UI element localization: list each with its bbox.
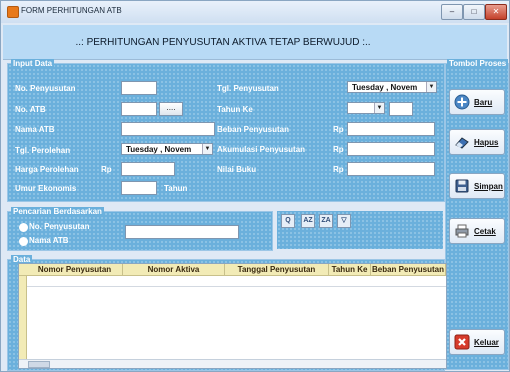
simpan-button[interactable]: Simpan (449, 173, 505, 199)
tgl-penyusutan-value: Tuesday , Novem (352, 83, 418, 92)
column-header[interactable]: Beban Penyusutan (371, 264, 446, 275)
nilai-buku-input[interactable] (347, 162, 435, 176)
add-icon (454, 94, 470, 110)
hapus-label: Hapus (474, 138, 499, 147)
tahun-ke-label: Tahun Ke (217, 105, 253, 114)
no-penyusutan-input[interactable] (121, 81, 157, 95)
tgl-perolehan-value: Tuesday , Novem (126, 145, 192, 154)
hapus-button[interactable]: Hapus (449, 129, 505, 155)
nilai-buku-label: Nilai Buku (217, 165, 257, 174)
tgl-penyusutan-picker[interactable]: Tuesday , Novem ▼ (347, 81, 437, 93)
window-title: FORM PERHITUNGAN ATB (21, 6, 122, 15)
harga-perolehan-input[interactable] (121, 162, 175, 176)
sort-asc-icon[interactable]: AZ (301, 214, 315, 228)
app-icon (7, 6, 19, 18)
column-header[interactable]: Tahun Ke (329, 264, 371, 275)
filter-icon[interactable]: ▽ (337, 214, 351, 228)
chevron-down-icon[interactable]: ▼ (426, 82, 436, 92)
save-disk-icon (455, 179, 469, 193)
chevron-down-icon[interactable]: ▼ (374, 103, 384, 113)
chevron-down-icon[interactable]: ▼ (202, 144, 212, 154)
table-row[interactable] (27, 276, 446, 287)
process-buttons-title: Tombol Proses (447, 59, 509, 68)
keluar-label: Keluar (474, 338, 499, 347)
search-icon[interactable]: Q (281, 214, 295, 228)
cetak-label: Cetak (474, 227, 496, 236)
umur-ekonomis-label: Umur Ekonomis (15, 184, 77, 193)
input-data-title: Input Data (11, 59, 55, 68)
printer-icon (455, 224, 469, 238)
no-atb-label: No. ATB (15, 105, 46, 114)
main-window: FORM PERHITUNGAN ATB – □ ✕ ..: PERHITUNG… (0, 0, 510, 372)
search-input[interactable] (125, 225, 239, 239)
close-icon (454, 334, 470, 350)
radio-nama-atb[interactable] (19, 237, 28, 246)
tahun-ke-extra-input[interactable] (389, 102, 413, 116)
baru-button[interactable]: Baru (449, 89, 505, 115)
akumulasi-penyusutan-currency: Rp (333, 145, 344, 154)
tahun-ke-select[interactable]: ▼ (347, 102, 385, 114)
scrollbar-thumb[interactable] (28, 361, 50, 368)
sort-desc-icon[interactable]: ZA (319, 214, 333, 228)
minimize-button[interactable]: – (441, 4, 463, 20)
beban-penyusutan-label: Beban Penyusutan (217, 125, 290, 134)
tgl-perolehan-label: Tgl. Perolehan (15, 146, 71, 155)
radio-no-penyusutan[interactable] (19, 223, 28, 232)
search-group-title: Pencarian Berdasarkan (11, 207, 104, 216)
cetak-button[interactable]: Cetak (449, 218, 505, 244)
row-selector-column (19, 264, 27, 368)
data-grid[interactable]: Nomor Penyusutan Nomor Aktiva Tanggal Pe… (18, 263, 447, 369)
umur-ekonomis-unit: Tahun (164, 184, 188, 193)
tgl-penyusutan-label: Tgl. Penyusutan (217, 84, 279, 93)
page-title: ..: PERHITUNGAN PENYUSUTAN AKTIVA TETAP … (75, 37, 371, 48)
radio-nama-atb-label[interactable]: Nama ATB (29, 236, 69, 245)
header-banner: ..: PERHITUNGAN PENYUSUTAN AKTIVA TETAP … (3, 25, 507, 60)
nama-atb-input[interactable] (121, 122, 215, 136)
akumulasi-penyusutan-label: Akumulasi Penyusutan (217, 145, 306, 154)
simpan-label: Simpan (474, 182, 503, 191)
column-header[interactable]: Nomor Penyusutan (27, 264, 123, 275)
horizontal-scrollbar[interactable] (19, 359, 446, 368)
title-bar: FORM PERHITUNGAN ATB – □ ✕ (1, 1, 509, 23)
harga-perolehan-currency: Rp (101, 165, 112, 174)
nilai-buku-currency: Rp (333, 165, 344, 174)
akumulasi-penyusutan-input[interactable] (347, 142, 435, 156)
grid-header: Nomor Penyusutan Nomor Aktiva Tanggal Pe… (19, 264, 446, 276)
keluar-button[interactable]: Keluar (449, 329, 505, 355)
nama-atb-label: Nama ATB (15, 125, 55, 134)
beban-penyusutan-input[interactable] (347, 122, 435, 136)
browse-atb-button[interactable]: .... (159, 102, 183, 116)
column-header[interactable]: Tanggal Penyusutan (225, 264, 329, 275)
maximize-button[interactable]: □ (463, 4, 485, 20)
no-atb-input[interactable] (121, 102, 157, 116)
beban-penyusutan-currency: Rp (333, 125, 344, 134)
umur-ekonomis-input[interactable] (121, 181, 157, 195)
radio-no-penyusutan-label[interactable]: No. Penyusutan (29, 222, 89, 231)
harga-perolehan-label: Harga Perolehan (15, 165, 79, 174)
baru-label: Baru (474, 98, 493, 107)
tgl-perolehan-picker[interactable]: Tuesday , Novem ▼ (121, 143, 213, 155)
close-button[interactable]: ✕ (485, 4, 507, 20)
no-penyusutan-label: No. Penyusutan (15, 84, 76, 93)
eraser-icon (455, 137, 469, 149)
column-header[interactable]: Nomor Aktiva (123, 264, 225, 275)
